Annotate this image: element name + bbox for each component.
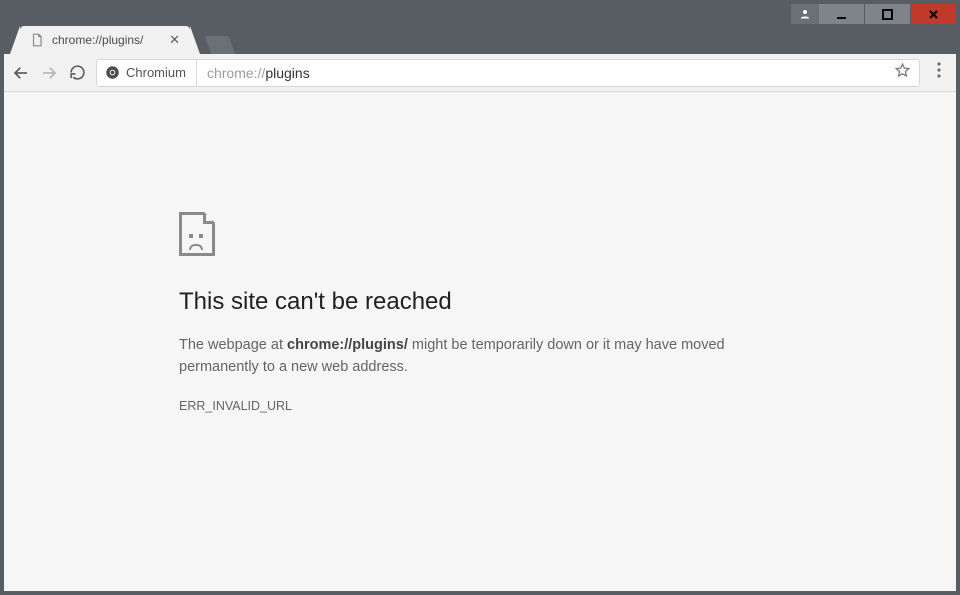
reload-button[interactable] xyxy=(68,64,86,82)
forward-button[interactable] xyxy=(40,64,58,82)
url-host: plugins xyxy=(265,65,309,81)
arrow-left-icon xyxy=(12,64,30,82)
page-icon xyxy=(30,33,44,47)
error-body-pre: The webpage at xyxy=(179,337,287,353)
tab-close-button[interactable]: ✕ xyxy=(169,32,180,48)
url-input[interactable]: chrome://plugins xyxy=(207,65,884,81)
reload-icon xyxy=(69,64,86,81)
person-icon xyxy=(799,8,811,20)
url-prefix: chrome:// xyxy=(207,65,265,81)
tab-active[interactable]: chrome://plugins/ ✕ xyxy=(20,26,190,54)
kebab-menu-icon xyxy=(937,62,941,78)
arrow-right-icon xyxy=(40,64,58,82)
page-content: This site can't be reached The webpage a… xyxy=(4,92,956,591)
new-tab-button[interactable] xyxy=(205,36,236,54)
origin-chip-label: Chromium xyxy=(126,65,186,80)
close-button[interactable] xyxy=(911,4,956,24)
menu-button[interactable] xyxy=(930,62,948,83)
titlebar xyxy=(4,4,956,24)
maximize-icon xyxy=(882,9,893,20)
client-area: chrome://plugins/ ✕ xyxy=(4,4,956,591)
back-button[interactable] xyxy=(12,64,30,82)
bookmark-button[interactable] xyxy=(894,62,911,84)
account-button[interactable] xyxy=(791,4,819,24)
omnibox[interactable]: Chromium chrome://plugins xyxy=(96,59,920,87)
error-heading: This site can't be reached xyxy=(179,288,956,316)
chromium-icon xyxy=(105,65,120,80)
tab-strip: chrome://plugins/ ✕ xyxy=(4,24,956,54)
window-frame: chrome://plugins/ ✕ xyxy=(0,0,960,595)
sad-page-icon xyxy=(179,212,215,256)
star-icon xyxy=(894,62,911,79)
error-code: ERR_INVALID_URL xyxy=(179,399,956,413)
error-body-url: chrome://plugins/ xyxy=(287,337,408,353)
minimize-button[interactable] xyxy=(819,4,864,24)
tab-title: chrome://plugins/ xyxy=(52,33,143,47)
maximize-button[interactable] xyxy=(865,4,910,24)
minimize-icon xyxy=(836,9,847,20)
origin-chip[interactable]: Chromium xyxy=(105,60,197,86)
error-body: The webpage at chrome://plugins/ might b… xyxy=(179,334,749,379)
close-icon xyxy=(928,9,939,20)
toolbar: Chromium chrome://plugins xyxy=(4,54,956,92)
